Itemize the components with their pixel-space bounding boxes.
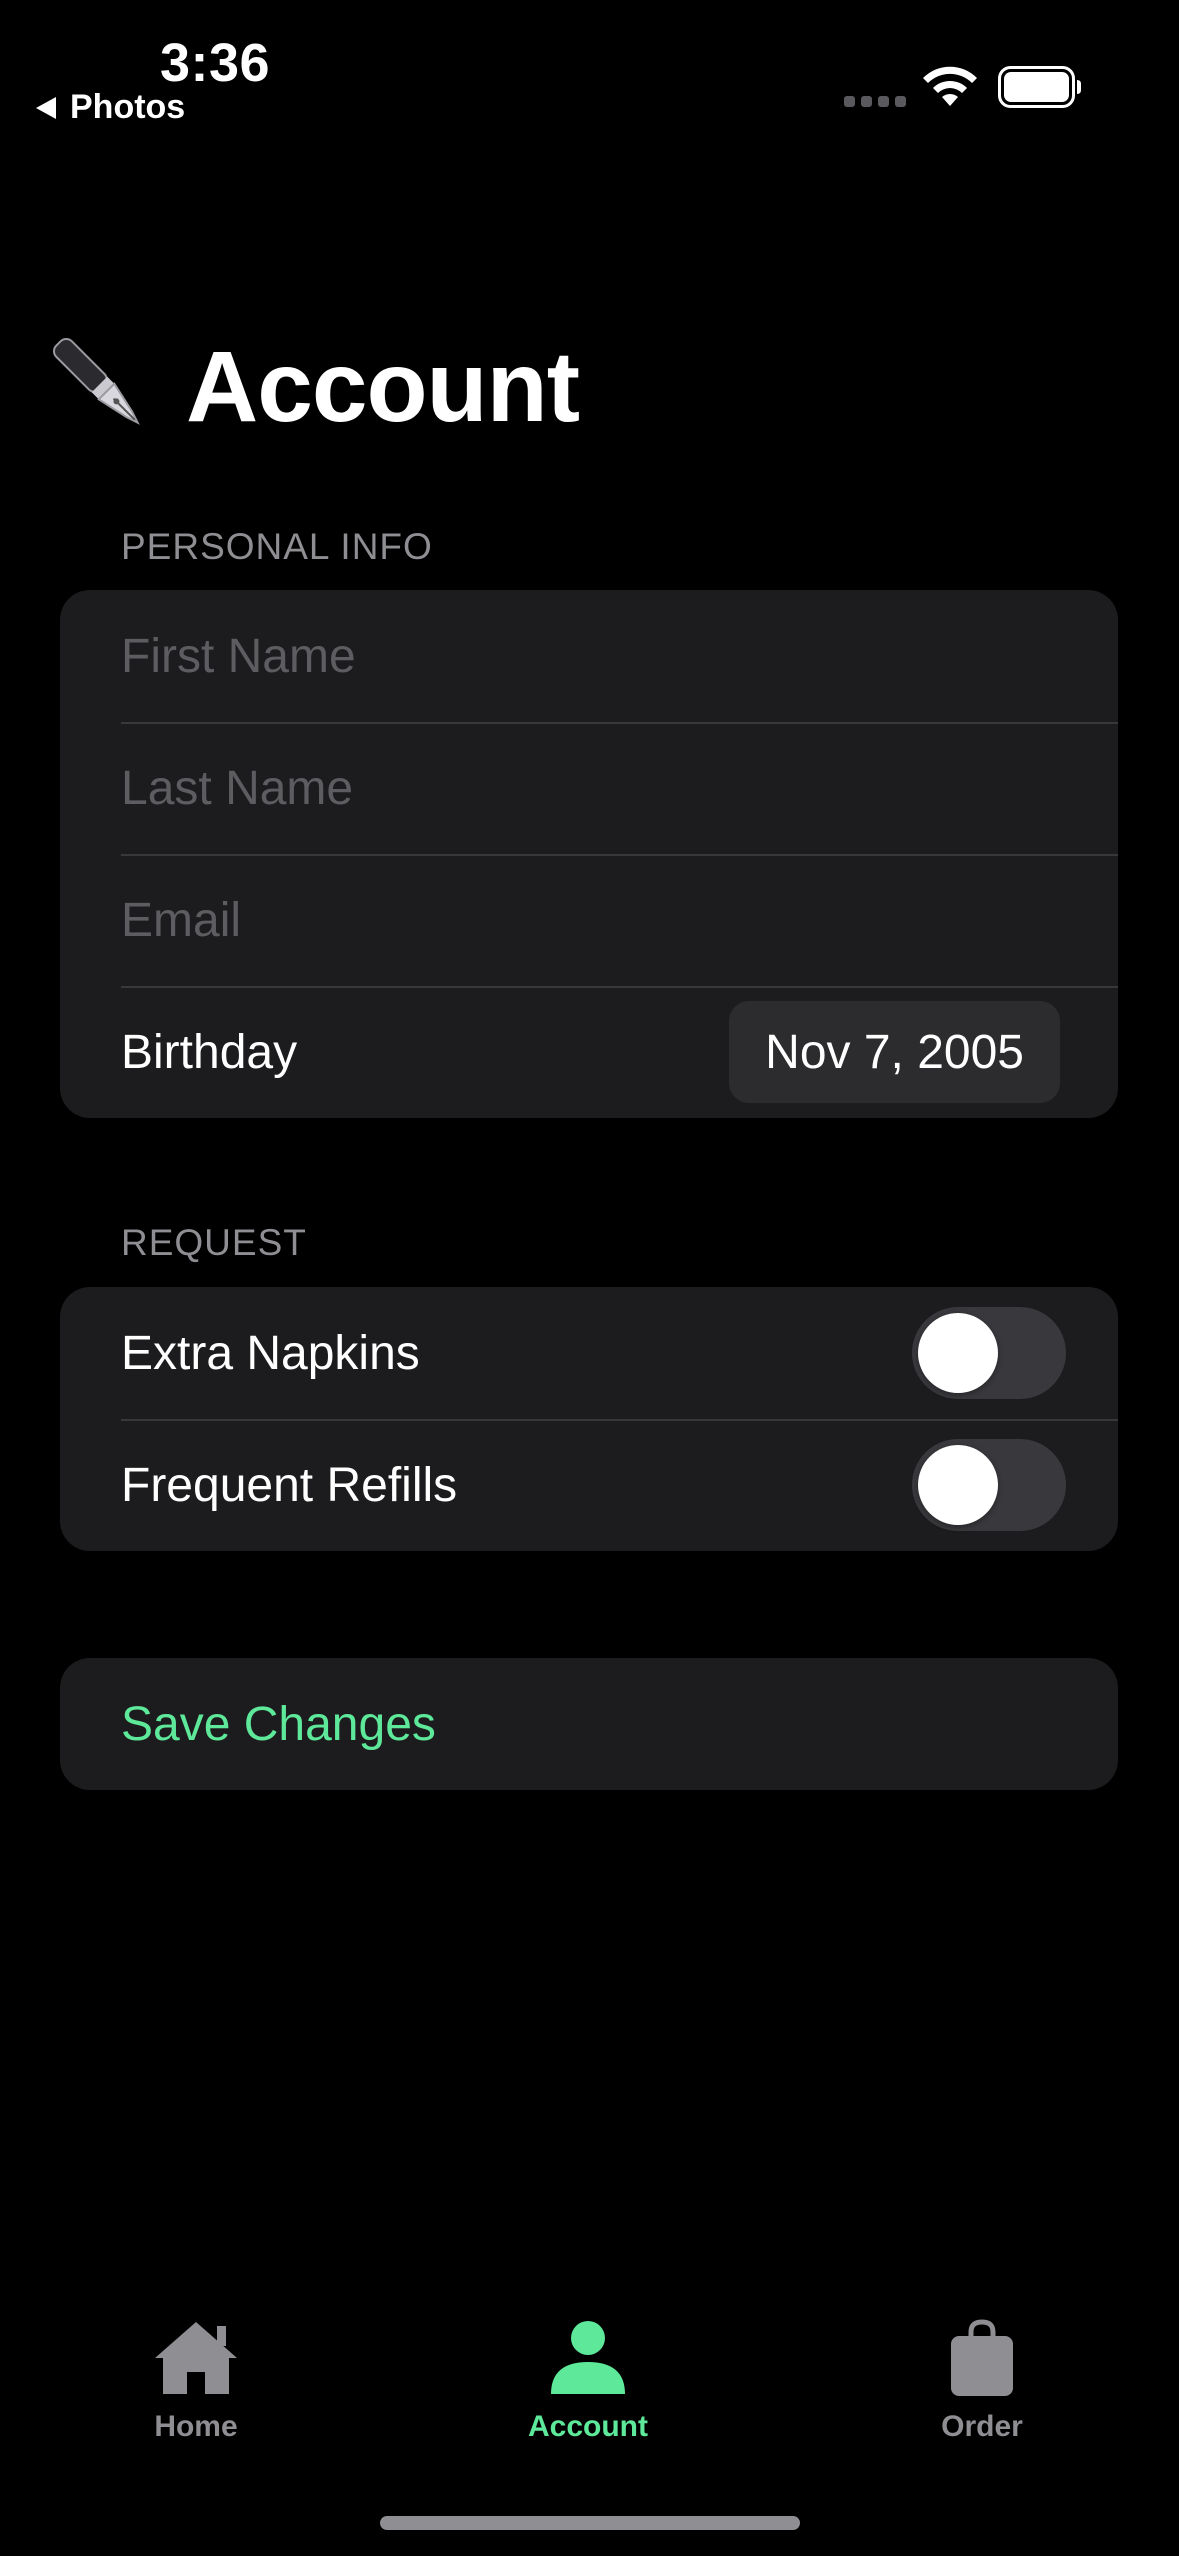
request-group: Extra Napkins Frequent Refills [60,1287,1118,1551]
battery-icon [998,66,1081,108]
fountain-pen-icon [52,337,140,425]
section-header-personal-info: PERSONAL INFO [121,526,433,567]
page-header: Account [48,330,580,445]
tab-home[interactable]: Home [76,2318,316,2444]
tab-account[interactable]: Account [468,2318,708,2444]
save-group: Save Changes [60,1658,1118,1790]
last-name-placeholder: Last Name [121,761,354,815]
bag-icon [951,2319,1013,2396]
tab-account-label: Account [528,2410,648,2443]
frequent-refills-row: Frequent Refills [60,1419,1118,1551]
back-to-photos-link[interactable]: Photos [36,88,185,127]
extra-napkins-row: Extra Napkins [60,1287,1118,1419]
save-changes-button[interactable]: Save Changes [60,1658,1118,1790]
tab-home-label: Home [154,2410,238,2443]
birthday-label: Birthday [121,1025,298,1079]
page-title: Account [186,331,580,443]
extra-napkins-label: Extra Napkins [121,1326,420,1380]
tab-order-label: Order [941,2410,1023,2443]
home-indicator[interactable] [380,2516,800,2530]
house-icon [155,2322,237,2394]
cellular-signal-icon [844,96,906,107]
extra-napkins-toggle[interactable] [912,1307,1066,1399]
frequent-refills-label: Frequent Refills [121,1458,458,1512]
tab-order[interactable]: Order [862,2318,1102,2444]
first-name-field[interactable]: First Name [60,590,1118,722]
section-header-request: REQUEST [121,1222,307,1263]
toggle-knob [918,1445,998,1525]
save-changes-label: Save Changes [121,1697,436,1751]
frequent-refills-toggle[interactable] [912,1439,1066,1531]
personal-info-group: First Name Last Name Email Birthday Nov … [60,590,1118,1118]
last-name-field[interactable]: Last Name [60,722,1118,854]
toggle-knob [918,1313,998,1393]
email-field[interactable]: Email [60,854,1118,986]
first-name-placeholder: First Name [121,629,356,683]
birthday-date-picker[interactable]: Nov 7, 2005 [729,1001,1060,1103]
person-icon [551,2321,625,2394]
back-caret-icon [36,96,56,119]
email-placeholder: Email [121,893,242,947]
back-link-label: Photos [70,88,186,126]
status-time: 3:36 [160,33,271,93]
birthday-row: Birthday Nov 7, 2005 [60,986,1118,1118]
wifi-icon [923,66,977,106]
